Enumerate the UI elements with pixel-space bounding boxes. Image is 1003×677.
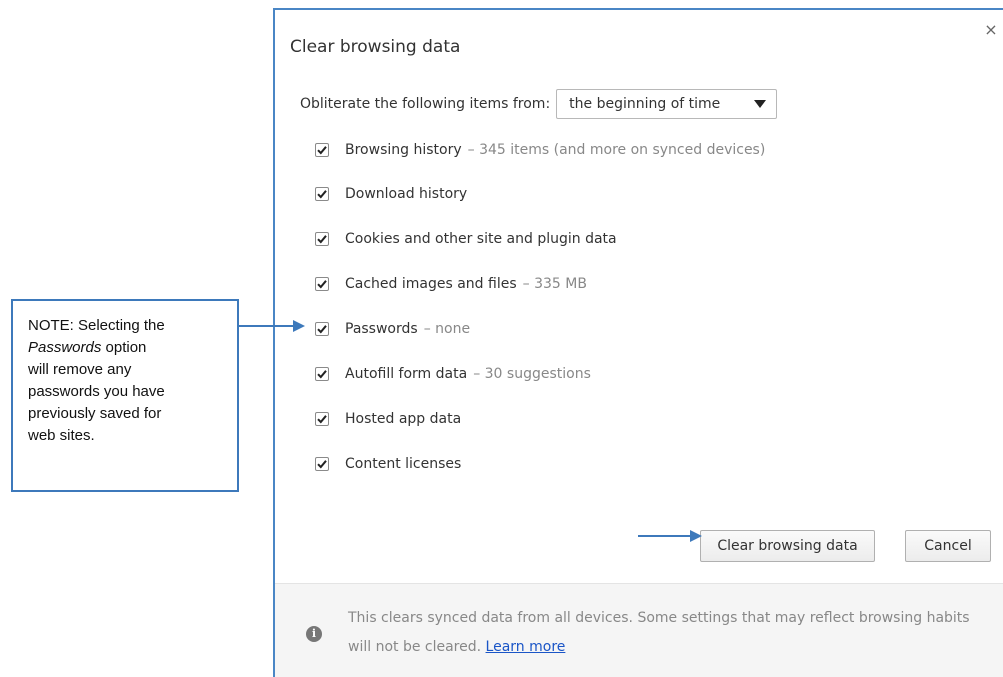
option-detail: – 345 items (and more on synced devices) <box>467 142 766 158</box>
note-line: passwords you have <box>28 383 165 400</box>
checkmark-icon <box>317 146 327 155</box>
option-detail: – 30 suggestions <box>473 366 591 382</box>
close-icon[interactable]: × <box>983 22 999 38</box>
clear-browsing-data-button[interactable]: Clear browsing data <box>700 530 875 562</box>
option-passwords[interactable]: Passwords – none <box>315 319 470 339</box>
option-detail: – 335 MB <box>522 276 587 292</box>
note-line: previously saved for <box>28 405 162 422</box>
time-range-row: Obliterate the following items from: the… <box>300 89 778 119</box>
learn-more-link[interactable]: Learn more <box>486 639 566 655</box>
option-label: Download history <box>345 186 468 202</box>
note-line: web sites. <box>28 427 95 444</box>
autofill-checkbox[interactable] <box>315 367 329 381</box>
note-line: NOTE: Selecting the <box>28 317 165 334</box>
option-label: Hosted app data <box>345 411 462 427</box>
checkmark-icon <box>317 325 327 334</box>
checkmark-icon <box>317 190 327 199</box>
cookies-checkbox[interactable] <box>315 232 329 246</box>
option-cookies[interactable]: Cookies and other site and plugin data <box>315 229 623 249</box>
option-label: Cookies and other site and plugin data <box>345 231 617 247</box>
content-licenses-checkbox[interactable] <box>315 457 329 471</box>
option-label: Content licenses <box>345 456 462 472</box>
note-italic-word: Passwords <box>28 339 102 356</box>
option-content-licenses[interactable]: Content licenses <box>315 454 467 474</box>
checkmark-icon <box>317 280 327 289</box>
note-callout: NOTE: Selecting the Passwords option wil… <box>11 299 239 492</box>
time-range-label: Obliterate the following items from: <box>300 96 551 112</box>
option-label: Browsing history <box>345 142 462 158</box>
option-detail: – none <box>423 321 471 337</box>
note-line: will remove any <box>28 361 132 378</box>
dialog-footer: i This clears synced data from all devic… <box>275 583 1003 677</box>
checkmark-icon <box>317 460 327 469</box>
footer-message: This clears synced data from all devices… <box>348 610 970 655</box>
page: Clear browsing data × Obliterate the fol… <box>0 0 1003 677</box>
browsing-history-checkbox[interactable] <box>315 143 329 157</box>
hosted-app-data-checkbox[interactable] <box>315 412 329 426</box>
passwords-checkbox[interactable] <box>315 322 329 336</box>
checkmark-icon <box>317 415 327 424</box>
arrow-right-icon <box>638 530 702 542</box>
time-range-select[interactable]: the beginning of time <box>556 89 778 119</box>
arrow-right-icon <box>239 320 305 332</box>
note-line: Passwords option <box>28 337 237 359</box>
checkmark-icon <box>317 235 327 244</box>
time-range-selected-value: the beginning of time <box>569 96 721 112</box>
cancel-button[interactable]: Cancel <box>905 530 991 562</box>
dialog-title: Clear browsing data <box>290 37 461 57</box>
clear-browsing-data-dialog: Clear browsing data × Obliterate the fol… <box>273 8 1003 677</box>
option-label: Cached images and files <box>345 276 517 292</box>
chevron-down-icon <box>754 100 767 108</box>
option-autofill[interactable]: Autofill form data – 30 suggestions <box>315 364 591 384</box>
note-line-rest: option <box>101 339 147 356</box>
option-download-history[interactable]: Download history <box>315 184 473 204</box>
info-icon: i <box>306 626 322 642</box>
option-label: Passwords <box>345 321 418 337</box>
option-hosted-app-data[interactable]: Hosted app data <box>315 409 467 429</box>
option-cached-images[interactable]: Cached images and files – 335 MB <box>315 274 587 294</box>
option-browsing-history[interactable]: Browsing history – 345 items (and more o… <box>315 140 765 160</box>
download-history-checkbox[interactable] <box>315 187 329 201</box>
cached-images-checkbox[interactable] <box>315 277 329 291</box>
option-label: Autofill form data <box>345 366 468 382</box>
footer-text: This clears synced data from all devices… <box>348 604 988 662</box>
checkmark-icon <box>317 370 327 379</box>
